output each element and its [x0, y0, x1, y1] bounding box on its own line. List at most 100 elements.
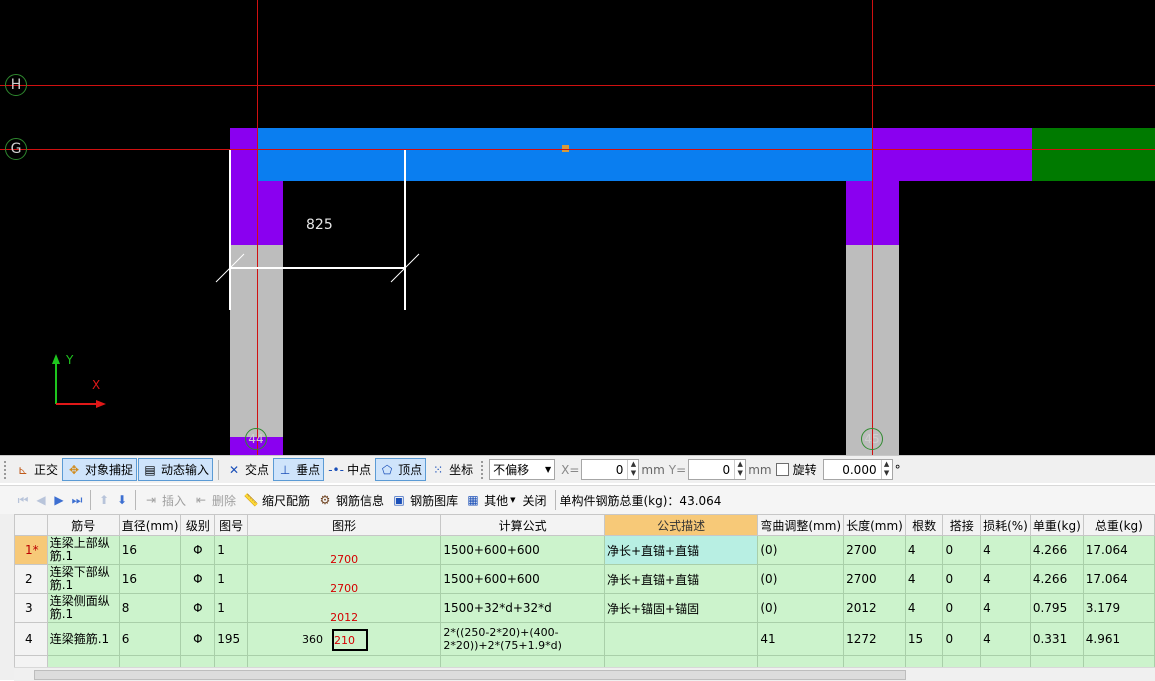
col-header[interactable]: 筋号 [46, 514, 120, 536]
dynamic-input-button[interactable]: ▤ 动态输入 [138, 458, 214, 481]
y-input[interactable]: 0 ▲ ▼ [688, 459, 747, 480]
cell-lap[interactable]: 0 [942, 535, 982, 565]
toolbar-grip[interactable] [4, 460, 9, 479]
cell-loss[interactable]: 4 [980, 593, 1031, 623]
scale-rebar-button[interactable]: 📏 缩尺配筋 [240, 490, 313, 511]
cell-total-weight[interactable]: 17.064 [1082, 535, 1155, 565]
spin-arrows-icon[interactable]: ▲ ▼ [627, 460, 638, 479]
table-row[interactable]: 2 连梁下部纵筋.1 16 Φ 1 2700 1500+600+600 净长+直… [14, 564, 1155, 594]
next-record-icon[interactable]: ▶ [50, 493, 68, 507]
cell-length[interactable]: 2700 [843, 564, 906, 594]
other-menu-button[interactable]: ▦ 其他 ▼ [462, 490, 518, 511]
cell-grade[interactable]: Φ [180, 593, 216, 623]
col-header[interactable]: 直径(mm) [118, 514, 182, 536]
axis-bubble-44[interactable]: 44 [245, 428, 267, 450]
row-index[interactable] [14, 655, 48, 667]
row-index[interactable]: 2 [14, 564, 48, 594]
vertex-snap-button[interactable]: ⬠ 顶点 [375, 458, 427, 481]
rotate-checkbox[interactable] [775, 463, 789, 476]
cell-shape[interactable]: 2700 [247, 535, 442, 565]
cell-formula[interactable]: 1500+32*d+32*d [440, 593, 605, 623]
cell-lap[interactable]: 0 [942, 593, 982, 623]
insert-button[interactable]: ⇥ 插入 [140, 490, 189, 511]
cell-shape[interactable]: 360 210 [247, 622, 442, 656]
cell-unit-weight[interactable]: 0.795 [1029, 593, 1084, 623]
spin-arrows-icon[interactable]: ▲ ▼ [880, 460, 892, 479]
column-right-top[interactable] [872, 128, 1032, 181]
rotate-input[interactable]: 0.000 ▲ ▼ [822, 459, 893, 480]
col-header[interactable]: 计算公式 [440, 514, 605, 536]
spin-arrows-icon[interactable]: ▲ ▼ [734, 460, 745, 479]
cell-count[interactable]: 4 [904, 593, 944, 623]
table-row[interactable]: 3 连梁侧面纵筋.1 8 Φ 1 2012 1500+32*d+32*d 净长+… [14, 593, 1155, 623]
cell-formula[interactable]: 2*((250-2*20)+(400-2*20))+2*(75+1.9*d) [440, 622, 605, 656]
table-row[interactable]: 1* 连梁上部纵筋.1 16 Φ 1 2700 1500+600+600 净长+… [14, 535, 1155, 565]
cell-diameter[interactable]: 6 [118, 622, 182, 656]
col-header[interactable]: 弯曲调整(mm) [757, 514, 845, 536]
x-input[interactable]: 0 ▲ ▼ [581, 459, 640, 480]
col-header[interactable]: 图形 [247, 514, 442, 536]
cell-formula[interactable]: 1500+600+600 [440, 564, 605, 594]
cell-bend[interactable]: (0) [757, 593, 845, 623]
last-record-icon[interactable]: ⏭ [68, 493, 86, 508]
cell-diameter[interactable]: 8 [118, 593, 182, 623]
cell-unit-weight[interactable]: 4.266 [1029, 535, 1084, 565]
cell-figure[interactable]: 1 [214, 564, 249, 594]
wall-green[interactable] [1032, 128, 1155, 181]
cell-count[interactable]: 4 [904, 535, 944, 565]
cell-name[interactable]: 连梁侧面纵筋.1 [46, 593, 120, 623]
col-header[interactable]: 单重(kg) [1029, 514, 1084, 536]
cell-loss[interactable]: 4 [980, 622, 1031, 656]
col-header[interactable]: 总重(kg) [1082, 514, 1155, 536]
cell-bend[interactable]: 41 [757, 622, 845, 656]
cell-name[interactable]: 连梁上部纵筋.1 [46, 535, 120, 565]
col-header[interactable]: 公式描述 [603, 514, 759, 536]
cell-loss[interactable]: 4 [980, 564, 1031, 594]
cell-total-weight[interactable]: 3.179 [1082, 593, 1155, 623]
table-row[interactable] [14, 655, 1155, 667]
col-header[interactable]: 级别 [180, 514, 216, 536]
cell-total-weight[interactable]: 17.064 [1082, 564, 1155, 594]
axis-bubble-G[interactable]: G [5, 138, 27, 160]
cell-description[interactable]: 净长+直锚+直锚 [603, 564, 759, 594]
cell-grade[interactable]: Φ [180, 535, 216, 565]
row-index[interactable]: 4 [14, 622, 48, 656]
cell-description[interactable] [603, 622, 759, 656]
cell-shape[interactable]: 2012 [247, 593, 442, 623]
cell-shape[interactable]: 2700 [247, 564, 442, 594]
table-row[interactable]: 4 连梁箍筋.1 6 Φ 195 360 210 2*((250-2*20)+(… [14, 622, 1155, 656]
cell-diameter[interactable]: 16 [118, 535, 182, 565]
cell-count[interactable]: 15 [904, 622, 944, 656]
cell-grade[interactable]: Φ [180, 564, 216, 594]
axis-bubble-45[interactable]: 45 [861, 428, 883, 450]
drawing-canvas[interactable]: H G 44 45 825 Y X [0, 0, 1155, 455]
col-header[interactable]: 图号 [214, 514, 249, 536]
offset-mode-select[interactable]: 不偏移 ▼ [489, 459, 556, 480]
rebar-info-button[interactable]: ⚙ 钢筋信息 [314, 490, 387, 511]
close-button[interactable]: 关闭 [519, 490, 549, 511]
cell-loss[interactable]: 4 [980, 535, 1031, 565]
intersection-snap-button[interactable]: ✕ 交点 [223, 459, 272, 480]
rebar-library-button[interactable]: ▣ 钢筋图库 [388, 490, 461, 511]
cell-name[interactable] [46, 655, 120, 667]
cell-bend[interactable]: (0) [757, 535, 845, 565]
col-header[interactable]: 长度(mm) [843, 514, 906, 536]
cell-grade[interactable]: Φ [180, 622, 216, 656]
cell-length[interactable]: 1272 [843, 622, 906, 656]
cell-description[interactable]: 净长+直锚+直锚 [603, 535, 759, 565]
move-down-icon[interactable]: ⬇ [113, 493, 131, 507]
delete-button[interactable]: ⇤ 删除 [190, 490, 239, 511]
cell-diameter[interactable]: 16 [118, 564, 182, 594]
cell-description[interactable]: 净长+锚固+锚固 [603, 593, 759, 623]
horizontal-scrollbar[interactable] [14, 667, 1155, 681]
cell-total-weight[interactable]: 4.961 [1082, 622, 1155, 656]
cell-unit-weight[interactable]: 4.266 [1029, 564, 1084, 594]
axis-bubble-H[interactable]: H [5, 74, 27, 96]
col-header[interactable]: 损耗(%) [980, 514, 1031, 536]
move-up-icon[interactable]: ⬆ [95, 493, 113, 507]
first-record-icon[interactable]: ⏮ [14, 493, 32, 508]
cell-name[interactable]: 连梁下部纵筋.1 [46, 564, 120, 594]
cell-unit-weight[interactable]: 0.331 [1029, 622, 1084, 656]
cell-bend[interactable]: (0) [757, 564, 845, 594]
scrollbar-thumb[interactable] [34, 670, 906, 680]
